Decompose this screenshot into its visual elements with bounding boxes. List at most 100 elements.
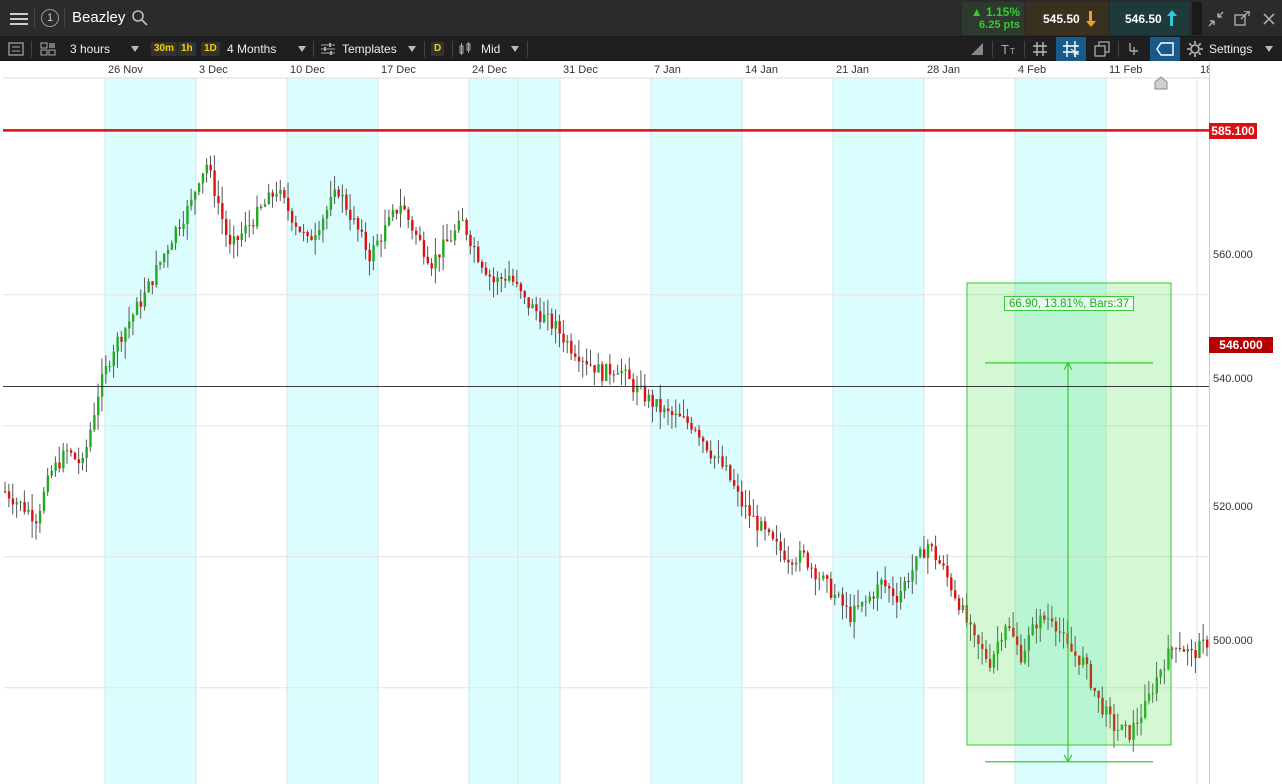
candle-down [337,189,340,197]
candle-down [58,462,61,469]
candle-down [504,278,507,281]
candle-up [201,173,205,184]
range-label: 4 Months [227,42,277,56]
week-band [287,62,378,784]
week-band [651,62,742,784]
settings-button[interactable]: Settings [1209,37,1252,61]
grid-icon[interactable] [1032,41,1048,57]
list-icon[interactable] [8,42,24,56]
menu-button[interactable] [6,9,32,29]
hamburger-icon [10,13,28,25]
collapse-icon[interactable] [1208,11,1224,27]
candle-up [27,509,30,512]
candle-up [434,254,437,269]
candle-up [647,394,651,402]
candle-down [259,206,263,208]
chevron-down-icon[interactable] [511,46,519,52]
date-label: 14 Jan [745,64,779,76]
instrument-number-badge[interactable]: 1 [41,9,59,27]
templates-button[interactable]: Templates [342,37,397,61]
candle-up [620,370,623,374]
candle-up [174,227,178,244]
candle-up [581,360,585,362]
interval-1d-button[interactable]: 1D [201,42,220,56]
layout-icon[interactable] [40,42,56,56]
candle-down [628,369,631,379]
d-button[interactable]: D [431,42,445,56]
templates-icon[interactable] [320,42,336,56]
candle-up [597,364,600,373]
candle-up [605,363,608,381]
buy-button[interactable]: 546.50 [1110,2,1190,35]
interval-1h-button[interactable]: 1h [178,42,196,56]
candle-down [667,408,670,412]
chevron-down-icon[interactable] [408,46,416,52]
candle-down [213,170,216,196]
indicator-icon[interactable] [1126,41,1142,57]
candle-down [690,422,693,430]
candle-up [461,219,464,221]
candle-down [752,515,755,517]
interval-30m-button[interactable]: 30m [151,42,178,56]
candle-down [527,297,530,308]
label-toggle[interactable] [1150,37,1180,61]
sell-button[interactable]: 545.50 [1026,2,1108,35]
candle-up [275,194,278,197]
copy-icon[interactable] [1094,41,1110,57]
candle-down [73,452,77,460]
candle-down [938,560,941,564]
candle-down [236,236,240,241]
candlestick-icon[interactable] [458,41,474,57]
candle-down [756,515,759,531]
candle-down [120,336,123,342]
home-marker-icon[interactable] [1154,76,1168,90]
price-label-560: 560.000 [1213,249,1253,261]
search-icon[interactable] [132,10,148,26]
candle-down [380,240,383,242]
candle-down [77,459,81,464]
candle-down [957,598,961,611]
gear-icon[interactable] [1187,41,1203,57]
instrument-name[interactable]: Beazley [72,9,125,26]
change-points: 6.25 pts [979,19,1020,31]
candle-up [325,209,329,219]
draw-line-icon[interactable] [969,41,985,57]
candle-down [934,546,937,561]
candle-down [930,544,934,547]
candle-down [950,577,953,591]
candle-up [341,194,344,197]
candle-up [186,205,189,224]
candle-up [926,544,930,558]
candle-down [364,231,367,250]
candle-up [352,218,356,220]
svg-text:T: T [1010,47,1015,56]
close-icon[interactable] [1262,12,1276,26]
candle-down [701,437,705,442]
range-select[interactable]: 4 Months [227,37,307,61]
candle-down [573,353,577,357]
popout-icon[interactable] [1234,11,1250,27]
chart-toolbar: 3 hours 30m 1h 1D 4 Months Templates D M… [0,37,1282,61]
chevron-down-icon[interactable] [131,46,139,52]
candle-down [4,491,7,493]
candle-up [1202,639,1205,641]
candle-down [290,210,294,223]
candle-down [221,203,224,219]
chevron-down-icon[interactable] [1265,46,1273,52]
candle-up [42,491,46,511]
candle-down [415,230,418,235]
candle-down [810,567,813,569]
candle-up [457,220,461,231]
candle-down [857,605,860,607]
price-type-select[interactable]: Mid [481,37,500,61]
candle-down [791,562,794,565]
measure-label[interactable]: 66.90, 13.81%, Bars:37 [1004,296,1135,311]
candle-up [822,575,825,579]
price-axis[interactable] [1209,62,1282,784]
price-chart[interactable] [3,62,1209,784]
chevron-down-icon[interactable] [298,46,306,52]
candle-up [837,594,841,596]
text-size-icon[interactable]: TT [1000,41,1018,57]
candle-up [674,413,678,415]
crosshair-toggle[interactable] [1056,37,1086,61]
